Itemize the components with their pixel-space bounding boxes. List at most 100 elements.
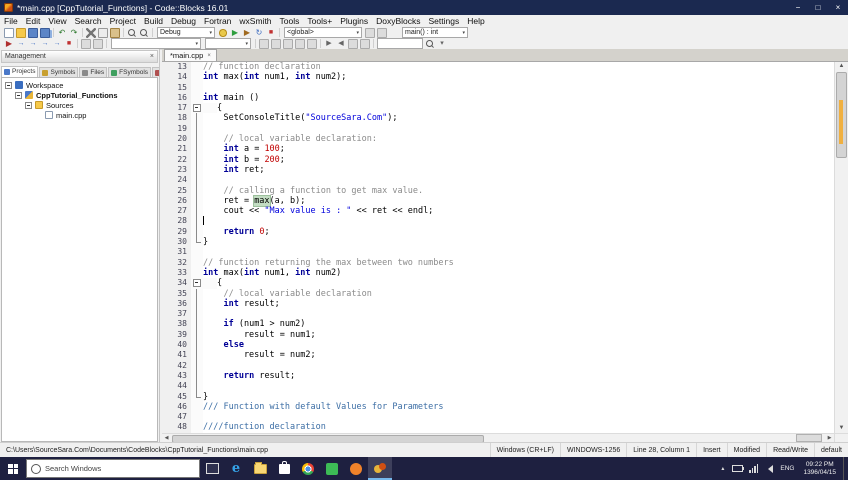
language-indicator[interactable]: ENG bbox=[776, 465, 798, 472]
collapse-expander-icon[interactable] bbox=[5, 82, 12, 89]
doxyblocks-block-comment-icon[interactable] bbox=[271, 39, 281, 49]
step-out-icon[interactable]: → bbox=[52, 39, 62, 49]
code-line-26[interactable]: 26 ret = max(a, b); bbox=[162, 196, 834, 206]
collapse-expander-icon[interactable] bbox=[15, 92, 22, 99]
code-line-18[interactable]: 18 SetConsoleTitle("SourceSara.Com"); bbox=[162, 113, 834, 123]
menu-item-settings[interactable]: Settings bbox=[425, 16, 464, 26]
incremental-search-input[interactable] bbox=[377, 38, 423, 49]
replace-icon[interactable] bbox=[139, 28, 149, 38]
scroll-down-icon[interactable]: ▼ bbox=[835, 424, 848, 433]
menu-item-build[interactable]: Build bbox=[140, 16, 167, 26]
symbol-browser-combo[interactable]: main() : int ▾ bbox=[402, 27, 468, 38]
fullscreen-icon[interactable] bbox=[377, 28, 387, 38]
taskbar-search[interactable]: Search Windows bbox=[26, 459, 200, 478]
code-line-39[interactable]: 39 result = num1; bbox=[162, 330, 834, 340]
code-line-21[interactable]: 21 int a = 100; bbox=[162, 144, 834, 154]
menu-item-doxyblocks[interactable]: DoxyBlocks bbox=[372, 16, 424, 26]
build-target-combo[interactable]: Debug ▾ bbox=[157, 27, 215, 38]
taskbar-app-codeblocks-active[interactable] bbox=[368, 457, 392, 480]
management-tab-symbols[interactable]: Symbols bbox=[39, 67, 78, 77]
search-options-icon[interactable]: ▾ bbox=[437, 39, 447, 49]
tree-item-cpptutorial-functions[interactable]: CppTutorial_Functions bbox=[2, 90, 157, 100]
paste-icon[interactable] bbox=[110, 28, 120, 38]
taskbar-app-file-explorer[interactable] bbox=[248, 457, 272, 480]
code-line-20[interactable]: 20 // local variable declaration: bbox=[162, 134, 834, 144]
copy-icon[interactable] bbox=[98, 28, 108, 38]
code-line-32[interactable]: 32// function returning the max between … bbox=[162, 258, 834, 268]
menu-item-debug[interactable]: Debug bbox=[167, 16, 200, 26]
volume-icon[interactable] bbox=[764, 465, 773, 473]
outdent-icon[interactable]: ◀ bbox=[336, 39, 346, 49]
code-line-16[interactable]: 16int main () bbox=[162, 93, 834, 103]
menu-item-plugins[interactable]: Plugins bbox=[336, 16, 372, 26]
task-view-button[interactable] bbox=[200, 457, 224, 480]
code-line-42[interactable]: 42 bbox=[162, 361, 834, 371]
doxyblocks-view-icon[interactable] bbox=[295, 39, 305, 49]
save-icon[interactable] bbox=[28, 28, 38, 38]
collapse-expander-icon[interactable] bbox=[25, 102, 32, 109]
menu-item-wxsmith[interactable]: wxSmith bbox=[235, 16, 275, 26]
code-line-48[interactable]: 48////function declaration bbox=[162, 422, 834, 432]
taskbar-app-store[interactable] bbox=[272, 457, 296, 480]
vertical-scrollbar[interactable]: ▲ ▼ bbox=[834, 62, 848, 433]
tree-item-workspace[interactable]: Workspace bbox=[2, 80, 157, 90]
management-caption[interactable]: Management × bbox=[1, 50, 158, 63]
new-file-icon[interactable] bbox=[4, 28, 14, 38]
minimize-button[interactable]: − bbox=[788, 0, 808, 15]
code-line-30[interactable]: 30} bbox=[162, 237, 834, 247]
fortran-project-combo[interactable]: ▾ bbox=[111, 38, 201, 49]
window-list-icon[interactable] bbox=[365, 28, 375, 38]
taskbar-clock[interactable]: 09:22 PM 1396/04/15 bbox=[798, 461, 841, 476]
debug-continue-icon[interactable]: ▶ bbox=[4, 39, 14, 49]
code-line-23[interactable]: 23 int ret; bbox=[162, 165, 834, 175]
code-line-40[interactable]: 40 else bbox=[162, 340, 834, 350]
code-line-13[interactable]: 13// function declaration bbox=[162, 62, 834, 72]
open-file-icon[interactable] bbox=[16, 28, 26, 38]
tree-item-main-cpp[interactable]: main.cpp bbox=[2, 110, 157, 120]
taskbar-app-chrome[interactable] bbox=[296, 457, 320, 480]
code-line-25[interactable]: 25 // calling a function to get max valu… bbox=[162, 186, 834, 196]
code-line-36[interactable]: 36 int result; bbox=[162, 299, 834, 309]
compiler-target-combo[interactable]: <global> ▾ bbox=[284, 27, 362, 38]
tree-item-sources[interactable]: Sources bbox=[2, 100, 157, 110]
management-tab-files[interactable]: Files bbox=[79, 67, 107, 77]
code-line-15[interactable]: 15 bbox=[162, 83, 834, 93]
code-line-44[interactable]: 44 bbox=[162, 381, 834, 391]
battery-icon[interactable] bbox=[732, 465, 743, 472]
taskbar-app-edge[interactable]: e bbox=[224, 457, 248, 480]
menu-item-file[interactable]: File bbox=[0, 16, 22, 26]
rebuild-icon[interactable]: ↻ bbox=[254, 28, 264, 38]
code-line-35[interactable]: 35 // local variable declaration bbox=[162, 289, 834, 299]
editor-tab-maincpp[interactable]: *main.cpp × bbox=[164, 49, 217, 61]
save-all-icon[interactable] bbox=[40, 28, 50, 38]
menu-item-edit[interactable]: Edit bbox=[22, 16, 45, 26]
code-line-46[interactable]: 46/// Function with default Values for P… bbox=[162, 402, 834, 412]
code-line-22[interactable]: 22 int b = 200; bbox=[162, 155, 834, 165]
taskbar-app-green[interactable] bbox=[320, 457, 344, 480]
menu-item-project[interactable]: Project bbox=[106, 16, 140, 26]
comment-icon[interactable] bbox=[348, 39, 358, 49]
show-desktop-button[interactable] bbox=[843, 457, 848, 480]
build-and-run-icon[interactable]: ▶ bbox=[242, 28, 252, 38]
code-line-29[interactable]: 29 return 0; bbox=[162, 227, 834, 237]
various-info-icon[interactable] bbox=[93, 39, 103, 49]
code-line-17[interactable]: 17{ bbox=[162, 103, 834, 113]
tab-close-icon[interactable]: × bbox=[207, 53, 211, 59]
taskbar-app-orange[interactable] bbox=[344, 457, 368, 480]
step-into-icon[interactable]: → bbox=[40, 39, 50, 49]
tray-expand-icon[interactable]: ▴ bbox=[716, 465, 729, 472]
redo-icon[interactable]: ↷ bbox=[69, 28, 79, 38]
menu-item-tools[interactable]: Tools bbox=[276, 16, 304, 26]
menu-item-tools[interactable]: Tools+ bbox=[303, 16, 336, 26]
code-line-14[interactable]: 14int max(int num1, int num2); bbox=[162, 72, 834, 82]
start-button[interactable] bbox=[0, 457, 26, 480]
code-line-19[interactable]: 19 bbox=[162, 124, 834, 134]
find-icon[interactable] bbox=[127, 28, 137, 38]
stop-debugger-icon[interactable]: ■ bbox=[64, 39, 74, 49]
uncomment-icon[interactable] bbox=[360, 39, 370, 49]
search-icon[interactable] bbox=[425, 39, 435, 49]
close-button[interactable]: × bbox=[828, 0, 848, 15]
code-line-27[interactable]: 27 cout << "Max value is : " << ret << e… bbox=[162, 206, 834, 216]
menu-item-fortran[interactable]: Fortran bbox=[200, 16, 235, 26]
code-line-38[interactable]: 38 if (num1 > num2) bbox=[162, 319, 834, 329]
